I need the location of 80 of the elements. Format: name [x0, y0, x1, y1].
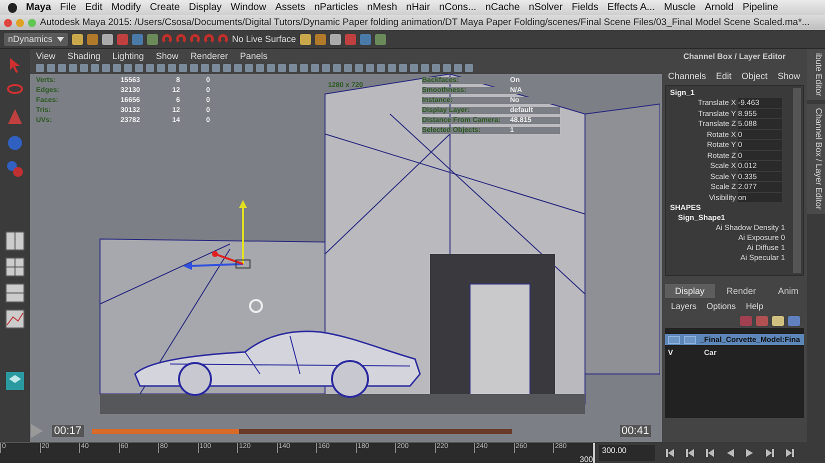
live-surface-label[interactable]: No Live Surface: [232, 34, 296, 44]
menu-item[interactable]: nCache: [485, 2, 520, 13]
toolbar-icon[interactable]: [72, 34, 83, 44]
toolbar-icon[interactable]: [360, 34, 372, 44]
layer-tool-icon[interactable]: [788, 316, 800, 326]
layer-menu-item[interactable]: Layers: [671, 301, 697, 311]
cone-icon[interactable]: [5, 107, 25, 127]
panel-menu-item[interactable]: Panels: [240, 50, 268, 60]
playback-button[interactable]: [783, 446, 797, 460]
playback-button[interactable]: [683, 446, 697, 460]
layout-icon[interactable]: [5, 283, 25, 303]
menu-item[interactable]: Create: [150, 2, 180, 13]
toolbar-icon[interactable]: [300, 34, 312, 44]
channel-menu-item[interactable]: Edit: [716, 71, 732, 81]
layer-tool-icon[interactable]: [772, 316, 784, 326]
menu-item[interactable]: File: [60, 2, 76, 13]
channel-menu-item[interactable]: Show: [778, 71, 800, 81]
layer-tool-icon[interactable]: [740, 316, 752, 326]
panel-menu-item[interactable]: Shading: [67, 50, 100, 60]
menu-item[interactable]: Arnold: [704, 2, 734, 13]
visibility-box[interactable]: [668, 336, 680, 344]
menu-set-dropdown[interactable]: nDynamics: [4, 32, 68, 46]
scrollbar[interactable]: [793, 88, 801, 273]
elapsed-time: 00:17: [52, 425, 84, 437]
menu-item[interactable]: Window: [230, 2, 266, 13]
toolbar-icon[interactable]: [315, 34, 326, 44]
side-tab[interactable]: Channel Box / Layer Editor: [807, 104, 825, 214]
layer-tool-icon[interactable]: [756, 316, 768, 326]
menu-item[interactable]: nMesh: [367, 2, 398, 13]
minimize-icon[interactable]: [16, 18, 24, 26]
panel-menu-item[interactable]: Lighting: [112, 50, 144, 60]
menu-item[interactable]: Maya: [26, 2, 52, 13]
menu-item[interactable]: Fields: [572, 2, 598, 13]
toolbar-icon[interactable]: [87, 34, 98, 44]
window-title: Autodesk Maya 2015: /Users/Csosa/Documents/Digital Tutors/Dynamic Paper folding animation/DT Maya Paper Folding/scenes/Final Scene Files/03_Final Model Scene Scaled.ma*...: [40, 17, 810, 28]
menu-item[interactable]: Muscle: [664, 2, 696, 13]
layout-icon[interactable]: [5, 231, 25, 251]
close-icon[interactable]: [4, 18, 12, 26]
panel-menu-item[interactable]: Show: [156, 50, 178, 60]
menu-item[interactable]: Pipeline: [742, 2, 778, 13]
layer-menu-item[interactable]: Options: [706, 301, 736, 311]
toolbar-icon[interactable]: [132, 34, 143, 44]
playback-button[interactable]: [663, 446, 677, 460]
cube-icon[interactable]: [5, 371, 25, 391]
menu-item[interactable]: nCons...: [439, 2, 476, 13]
channel-menu-item[interactable]: Channels: [668, 71, 706, 81]
menu-item[interactable]: nHair: [406, 2, 430, 13]
panel-menu-item[interactable]: Renderer: [190, 50, 228, 60]
channel-menu-item[interactable]: Object: [742, 71, 768, 81]
scale-icon[interactable]: [5, 159, 25, 179]
caret-icon: [57, 36, 64, 42]
panel-title: Channel Box / Layer Editor: [682, 50, 787, 63]
layout-icon[interactable]: [5, 257, 25, 277]
menu-item[interactable]: Assets: [275, 2, 306, 13]
current-frame: 300: [580, 455, 593, 463]
sphere-icon[interactable]: [5, 133, 25, 153]
playback-button[interactable]: [703, 446, 717, 460]
layout-icon[interactable]: [5, 309, 25, 329]
playback-button[interactable]: [763, 446, 777, 460]
menu-item[interactable]: Effects A...: [607, 2, 655, 13]
toolbar-icon[interactable]: [375, 34, 386, 44]
toolbar-icon[interactable]: [345, 34, 356, 44]
menu-item[interactable]: nParticles: [314, 2, 358, 13]
toolbar-icon[interactable]: [117, 34, 128, 44]
menu-item[interactable]: Display: [188, 2, 222, 13]
template-box[interactable]: [684, 336, 696, 344]
zoom-icon[interactable]: [28, 18, 36, 26]
menu-item[interactable]: nSolver: [528, 2, 563, 13]
range-end-field[interactable]: 300.00: [599, 445, 655, 461]
side-tab[interactable]: ibute Editor: [807, 49, 825, 100]
layer-menu-item[interactable]: Help: [746, 301, 764, 311]
toolbar-icon[interactable]: [330, 34, 342, 44]
editor-tab[interactable]: Display: [665, 284, 715, 298]
toolbar-icon[interactable]: [147, 34, 158, 44]
panel-menu-item[interactable]: View: [36, 50, 56, 60]
toolbar-icon[interactable]: [102, 34, 113, 44]
video-progress-track[interactable]: [92, 428, 512, 434]
remaining-time: 00:41: [620, 425, 652, 437]
menu-item[interactable]: Edit: [85, 2, 102, 13]
menu-item[interactable]: Modify: [111, 2, 141, 13]
